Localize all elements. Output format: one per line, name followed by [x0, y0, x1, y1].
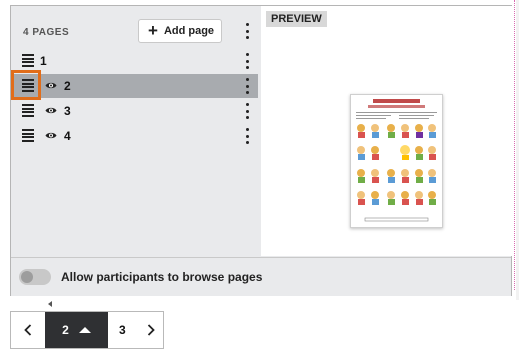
plus-icon: + — [148, 20, 158, 40]
page-row-2[interactable]: 2 — [11, 70, 258, 100]
caret-up-icon — [78, 327, 91, 333]
allow-browse-label: Allow participants to browse pages — [61, 270, 263, 284]
chevron-left-icon — [24, 324, 32, 336]
previous-page-button[interactable] — [11, 312, 45, 348]
page-number: 3 — [64, 104, 71, 118]
next-page-number[interactable]: 3 — [119, 323, 126, 337]
page-number: 1 — [40, 54, 47, 68]
page-menu-kebab-icon[interactable] — [244, 128, 250, 144]
add-page-button[interactable]: + Add page — [138, 19, 222, 43]
scroll-left-arrow-icon[interactable] — [48, 301, 52, 307]
next-page-button[interactable] — [140, 312, 162, 348]
page-guide-line — [514, 0, 516, 290]
horizontal-scrollbar[interactable] — [10, 299, 518, 308]
pages-menu-kebab-icon[interactable] — [244, 23, 250, 39]
chevron-right-icon — [147, 324, 155, 336]
worksheet-thumbnail-art — [356, 99, 437, 222]
page-count-label: 4 PAGES — [23, 27, 70, 38]
page-row-3[interactable]: 3 — [11, 99, 258, 123]
page-number: 4 — [64, 129, 71, 143]
add-page-label: Add page — [163, 25, 215, 37]
page-menu-kebab-icon[interactable] — [244, 103, 250, 119]
current-page-number: 2 — [62, 323, 69, 337]
drag-handle-icon[interactable] — [22, 54, 34, 67]
eye-icon[interactable] — [45, 106, 57, 115]
browse-toggle-bar: Allow participants to browse pages — [11, 257, 511, 296]
preview-pane: PREVIEW — [261, 6, 512, 256]
allow-browse-toggle[interactable] — [19, 269, 51, 285]
eye-icon[interactable] — [45, 131, 57, 140]
toggle-knob — [21, 271, 33, 283]
page-menu-kebab-icon[interactable] — [244, 53, 250, 69]
drag-handle-icon[interactable] — [22, 79, 34, 92]
drag-handle-icon[interactable] — [22, 129, 34, 142]
page-row-4[interactable]: 4 — [11, 124, 258, 148]
page-preview-thumbnail[interactable] — [350, 94, 443, 228]
eye-icon[interactable] — [45, 81, 57, 90]
preview-label: PREVIEW — [266, 11, 327, 27]
page-row-1[interactable]: 1 — [11, 49, 258, 73]
pages-panel: 4 PAGES + Add page 1 2 3 4 PREVIEW Allow… — [10, 5, 512, 296]
page-pager: 2 3 — [10, 311, 164, 349]
drag-handle-icon[interactable] — [22, 104, 34, 117]
page-menu-kebab-icon[interactable] — [244, 78, 250, 94]
pages-sidebar: 4 PAGES + Add page 1 2 3 4 — [11, 6, 261, 256]
page-number: 2 — [64, 79, 71, 93]
current-page-button[interactable]: 2 — [45, 312, 108, 348]
